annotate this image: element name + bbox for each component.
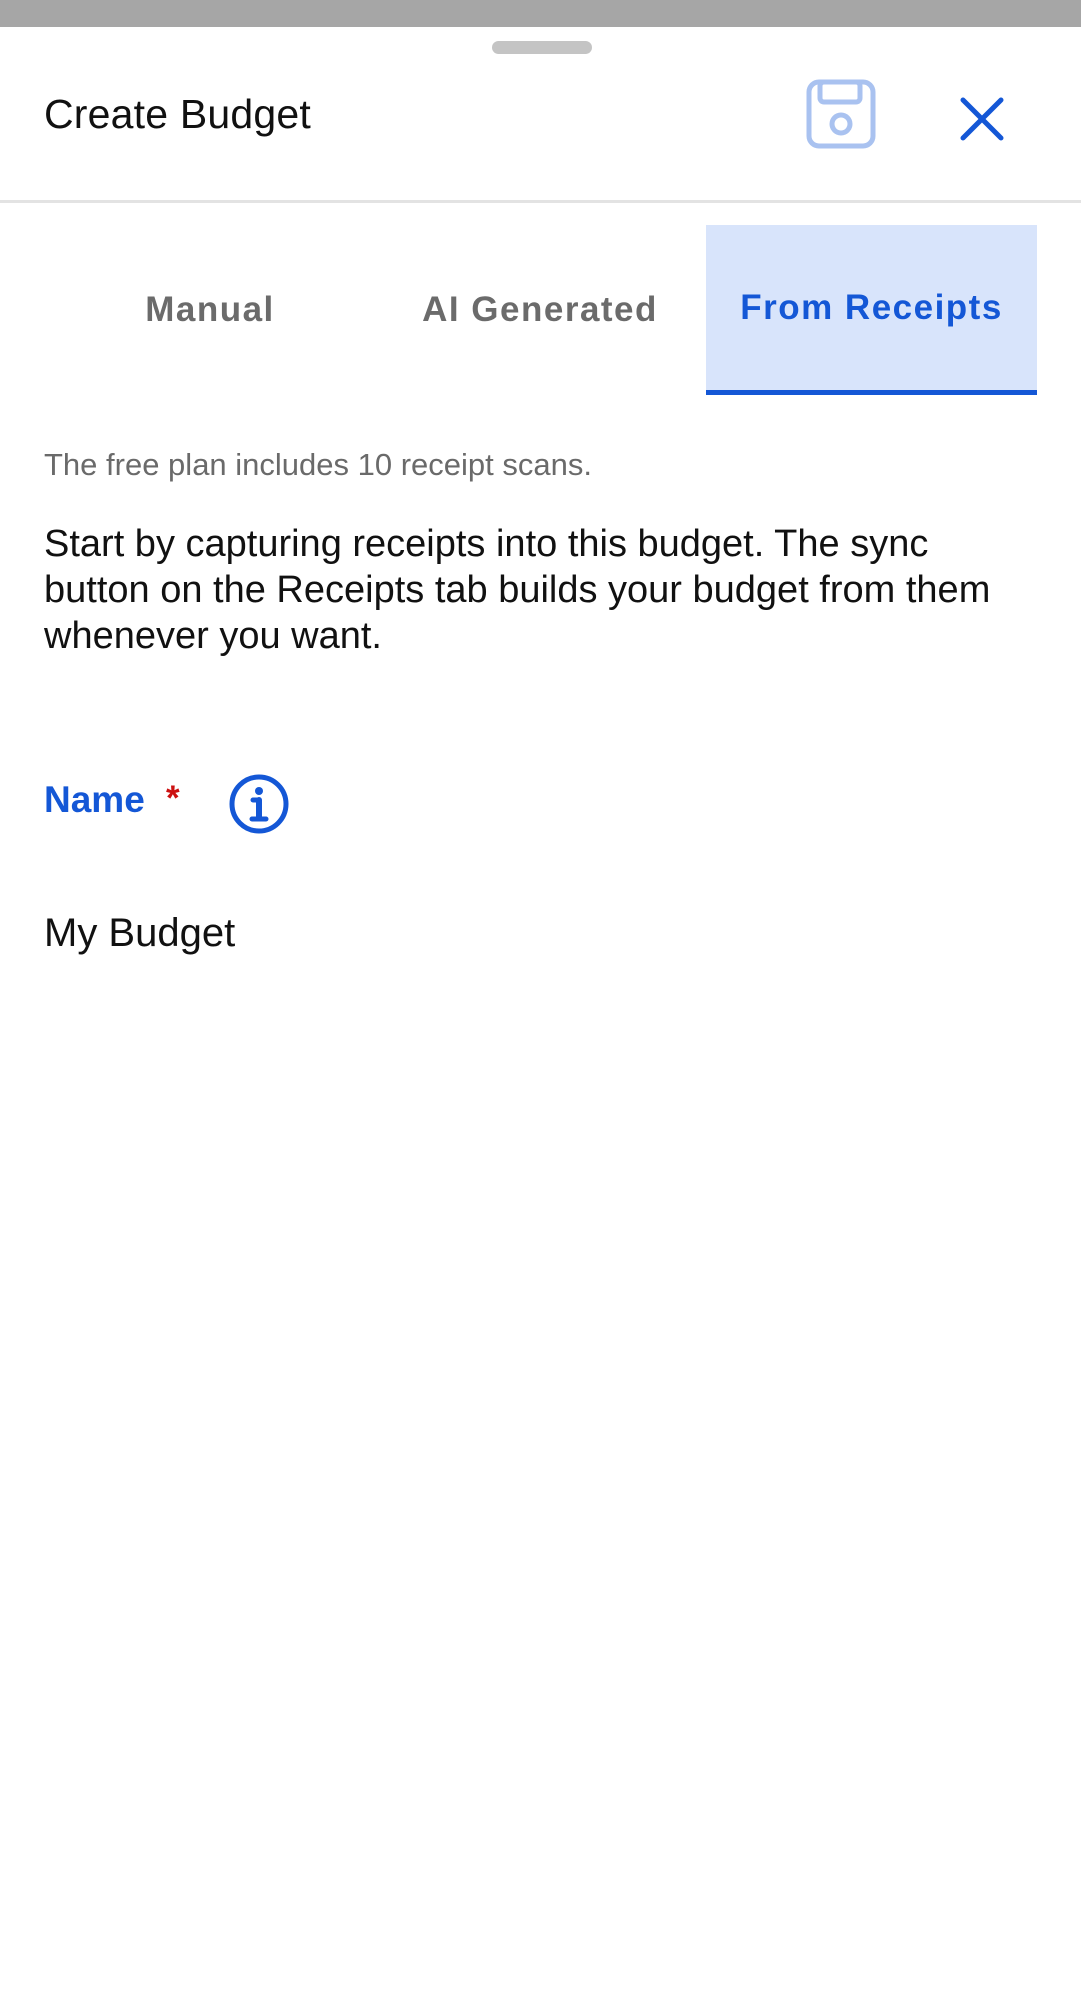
- status-backdrop: [0, 0, 1081, 27]
- tab-from-receipts[interactable]: From Receipts: [706, 225, 1037, 395]
- floppy-disk-icon: [806, 79, 876, 149]
- name-input[interactable]: [44, 905, 1034, 961]
- create-budget-sheet: Create Budget Manual AI Generated From R…: [0, 27, 1081, 1999]
- required-indicator: *: [166, 779, 180, 818]
- sheet-drag-handle[interactable]: [492, 41, 592, 54]
- tab-ai-generated[interactable]: AI Generated: [400, 225, 680, 395]
- name-field-label: Name: [44, 779, 145, 820]
- page-title: Create Budget: [44, 91, 311, 137]
- info-circle-icon: [229, 774, 289, 834]
- close-x-icon: [960, 97, 1004, 141]
- from-receipts-description: Start by capturing receipts into this bu…: [44, 523, 991, 657]
- name-info-button[interactable]: [228, 773, 290, 835]
- tab-manual[interactable]: Manual: [80, 225, 340, 395]
- budget-mode-tabs: Manual AI Generated From Receipts: [0, 225, 1081, 395]
- plan-limit-note: The free plan includes 10 receipt scans.: [44, 447, 592, 482]
- header-divider: [0, 200, 1081, 203]
- save-button[interactable]: [806, 79, 876, 149]
- close-button[interactable]: [952, 89, 1012, 149]
